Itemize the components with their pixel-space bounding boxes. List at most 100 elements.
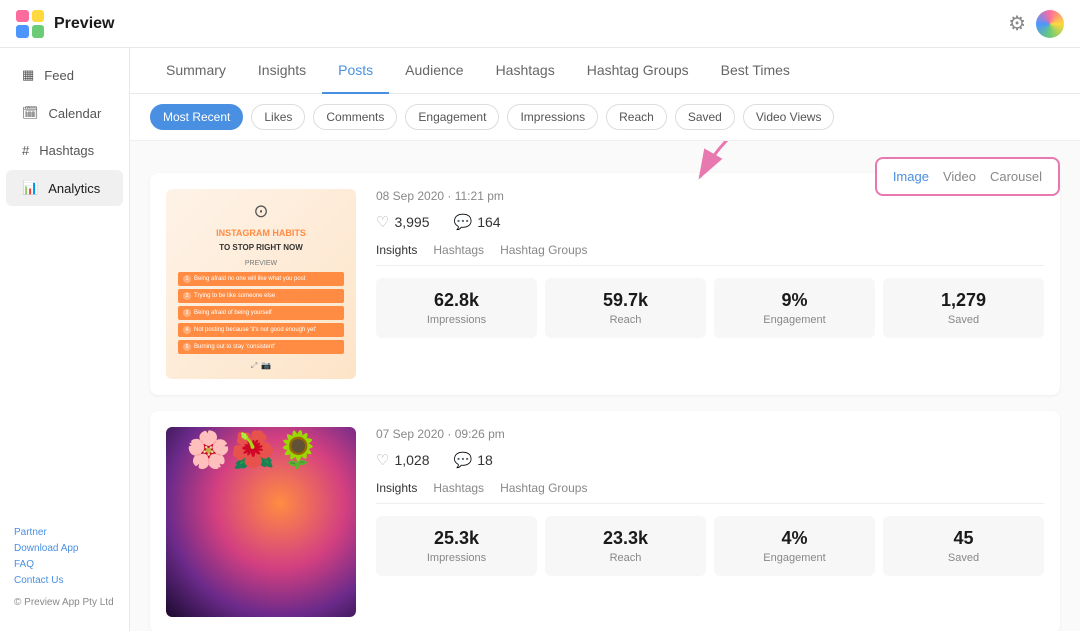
saved-label-2: Saved (893, 552, 1034, 564)
post-tab-hashtag-groups-2[interactable]: Hashtag Groups (500, 481, 587, 495)
type-filter-image[interactable]: Image (893, 169, 929, 184)
heart-icon-2: ♡ (376, 451, 389, 469)
sidebar-nav: ▦ Feed 🗓 Calendar # Hashtags 📊 Analytics (0, 56, 129, 207)
post-tabs-1: Insights Hashtags Hashtag Groups (376, 243, 1044, 266)
post-tab-insights-2[interactable]: Insights (376, 481, 417, 495)
app-logo (16, 10, 44, 38)
post-details-2: 07 Sep 2020 · 09:26 pm ♡ 1,028 💬 18 Insi… (376, 427, 1044, 617)
header-left: Preview (16, 10, 114, 38)
heart-icon: ♡ (376, 213, 389, 231)
instagram-logo: ⊙ (253, 201, 268, 222)
reach-value-2: 23.3k (555, 528, 696, 549)
impressions-label-1: Impressions (386, 314, 527, 326)
impressions-value-2: 25.3k (386, 528, 527, 549)
thumb-title: INSTAGRAM HABITS (216, 228, 306, 239)
thumb-list: 1Being afraid no one will like what you … (178, 272, 344, 357)
feed-icon: ▦ (22, 67, 34, 83)
theme-icon[interactable] (1036, 10, 1064, 38)
calendar-icon: 🗓 (22, 105, 39, 121)
thumb-subtitle: TO STOP RIGHT NOW (219, 243, 303, 253)
filter-likes[interactable]: Likes (251, 104, 305, 130)
settings-icon[interactable]: ⚙ (1008, 11, 1026, 36)
sidebar-label-feed: Feed (44, 68, 74, 83)
portrait-thumbnail: 🌸🌺🌻 (166, 427, 356, 617)
app-header: Preview ⚙ (0, 0, 1080, 48)
sidebar-item-calendar[interactable]: 🗓 Calendar (6, 95, 123, 131)
post-likes-2: ♡ 1,028 (376, 451, 430, 469)
post-thumbnail-1: ⊙ INSTAGRAM HABITS TO STOP RIGHT NOW PRE… (166, 189, 356, 379)
thumb-footer: ⤢ 📷 (251, 361, 271, 371)
likes-value-1: 3,995 (394, 214, 429, 230)
main-content: Summary Insights Posts Audience Hashtags… (130, 48, 1080, 631)
filter-saved[interactable]: Saved (675, 104, 735, 130)
filter-most-recent[interactable]: Most Recent (150, 104, 243, 130)
impressions-value-1: 62.8k (386, 290, 527, 311)
engagement-value-2: 4% (724, 528, 865, 549)
post-date-2: 07 Sep 2020 · 09:26 pm (376, 427, 1044, 441)
expand-icon: ⤢ (251, 361, 257, 371)
reach-value-1: 59.7k (555, 290, 696, 311)
logo-dot (16, 25, 29, 38)
sidebar-item-analytics[interactable]: 📊 Analytics (6, 170, 123, 206)
type-filter-box: Image Video Carousel (875, 157, 1060, 196)
post-details-1: 08 Sep 2020 · 11:21 pm ♡ 3,995 💬 164 Ins… (376, 189, 1044, 379)
reach-label-1: Reach (555, 314, 696, 326)
sidebar-label-calendar: Calendar (49, 106, 102, 121)
post-likes-1: ♡ 3,995 (376, 213, 430, 231)
sidebar-item-hashtags[interactable]: # Hashtags (6, 133, 123, 168)
analytics-icon: 📊 (22, 180, 38, 196)
post-card-1: ⊙ INSTAGRAM HABITS TO STOP RIGHT NOW PRE… (150, 173, 1060, 395)
nav-tabs: Summary Insights Posts Audience Hashtags… (130, 48, 1080, 94)
tab-audience[interactable]: Audience (389, 48, 479, 94)
filter-comments[interactable]: Comments (313, 104, 397, 130)
post-comments-2: 💬 18 (454, 451, 493, 469)
impressions-label-2: Impressions (386, 552, 527, 564)
post-stats-2: ♡ 1,028 💬 18 (376, 451, 1044, 469)
tab-hashtags[interactable]: Hashtags (480, 48, 571, 94)
comment-icon: 💬 (454, 213, 473, 231)
logo-dot (16, 10, 29, 23)
filter-engagement[interactable]: Engagement (405, 104, 499, 130)
list-item: 1Being afraid no one will like what you … (178, 272, 344, 286)
list-item: 2Trying to be like someone else (178, 289, 344, 303)
download-link[interactable]: Download App (14, 543, 79, 554)
reach-label-2: Reach (555, 552, 696, 564)
tab-best-times[interactable]: Best Times (705, 48, 806, 94)
list-item: 5Burning out to stay 'consistent' (178, 340, 344, 354)
metric-impressions-2: 25.3k Impressions (376, 516, 537, 576)
type-filter-video[interactable]: Video (943, 169, 976, 184)
saved-value-1: 1,279 (893, 290, 1034, 311)
tab-summary[interactable]: Summary (150, 48, 242, 94)
logo-dot (32, 10, 45, 23)
faq-link[interactable]: FAQ (14, 559, 34, 570)
tab-hashtag-groups[interactable]: Hashtag Groups (571, 48, 705, 94)
metrics-grid-2: 25.3k Impressions 23.3k Reach 4% Engagem… (376, 516, 1044, 576)
saved-label-1: Saved (893, 314, 1034, 326)
list-item: 4Not posting because 'it's not good enou… (178, 323, 344, 337)
filter-video-views[interactable]: Video Views (743, 104, 835, 130)
flower-decoration: 🌸🌺🌻 (186, 429, 320, 471)
contact-link[interactable]: Contact Us (14, 575, 63, 586)
post-tab-hashtags-1[interactable]: Hashtags (433, 243, 484, 257)
tab-insights[interactable]: Insights (242, 48, 322, 94)
engagement-label-2: Engagement (724, 552, 865, 564)
filter-reach[interactable]: Reach (606, 104, 667, 130)
filter-impressions[interactable]: Impressions (507, 104, 598, 130)
thumb-preview-label: PREVIEW (245, 260, 277, 267)
post-tab-hashtags-2[interactable]: Hashtags (433, 481, 484, 495)
partner-link[interactable]: Partner (14, 527, 47, 538)
metric-saved-2: 45 Saved (883, 516, 1044, 576)
likes-value-2: 1,028 (394, 452, 429, 468)
sidebar-item-feed[interactable]: ▦ Feed (6, 57, 123, 93)
sidebar-footer: Partner Download App FAQ Contact Us © Pr… (0, 513, 129, 623)
post-tab-hashtag-groups-1[interactable]: Hashtag Groups (500, 243, 587, 257)
post-tab-insights-1[interactable]: Insights (376, 243, 417, 257)
post-card-2: 🌸🌺🌻 07 Sep 2020 · 09:26 pm ♡ 1,028 💬 18 (150, 411, 1060, 631)
comments-value-1: 164 (477, 214, 500, 230)
metric-reach-2: 23.3k Reach (545, 516, 706, 576)
copyright: © Preview App Pty Ltd (14, 595, 115, 611)
metric-reach-1: 59.7k Reach (545, 278, 706, 338)
metrics-grid-1: 62.8k Impressions 59.7k Reach 9% Engagem… (376, 278, 1044, 338)
type-filter-carousel[interactable]: Carousel (990, 169, 1042, 184)
tab-posts[interactable]: Posts (322, 48, 389, 94)
